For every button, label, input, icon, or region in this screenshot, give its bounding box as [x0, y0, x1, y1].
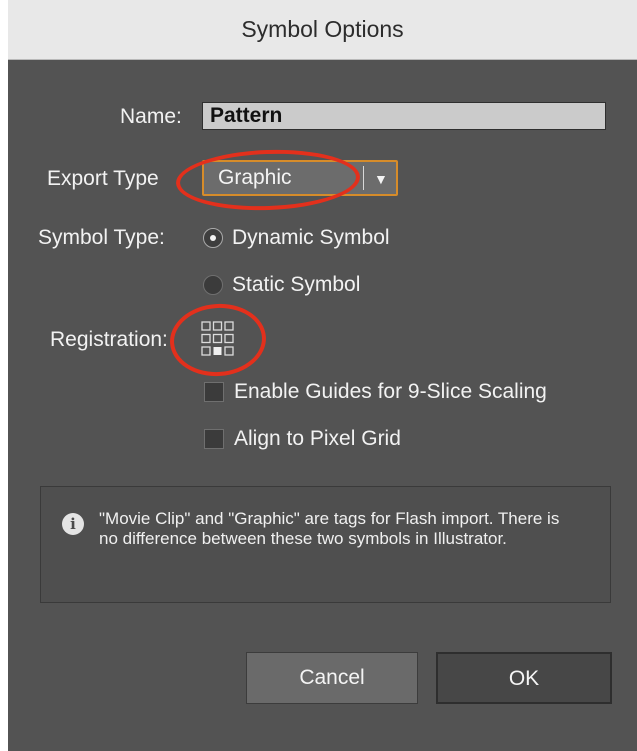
dialog-title: Symbol Options — [8, 0, 637, 60]
select-divider — [363, 166, 364, 190]
checkbox-pixel-grid-label[interactable]: Align to Pixel Grid — [234, 425, 401, 453]
radio-static-symbol[interactable] — [203, 275, 223, 295]
ok-button[interactable]: OK — [436, 652, 612, 704]
radio-dynamic-symbol-label[interactable]: Dynamic Symbol — [232, 224, 390, 252]
checkbox-pixel-grid[interactable] — [204, 429, 224, 449]
checkbox-9-slice-label[interactable]: Enable Guides for 9-Slice Scaling — [234, 378, 547, 406]
info-icon: i — [62, 513, 84, 535]
export-type-value: Graphic — [218, 166, 292, 189]
info-panel: i "Movie Clip" and "Graphic" are tags fo… — [40, 486, 611, 603]
export-type-select[interactable]: Graphic ▼ — [202, 160, 398, 196]
registration-label: Registration: — [50, 328, 168, 351]
info-text: "Movie Clip" and "Graphic" are tags for … — [99, 509, 560, 548]
name-input[interactable]: Pattern — [202, 102, 606, 130]
symbol-type-label: Symbol Type: — [38, 226, 165, 249]
cancel-button[interactable]: Cancel — [246, 652, 418, 704]
chevron-down-icon: ▼ — [374, 171, 388, 187]
name-label: Name: — [120, 105, 182, 128]
checkbox-9-slice[interactable] — [204, 382, 224, 402]
export-type-label: Export Type — [47, 167, 159, 190]
radio-static-symbol-label[interactable]: Static Symbol — [232, 271, 360, 299]
radio-dynamic-symbol[interactable] — [203, 228, 223, 248]
registration-grid-icon[interactable] — [201, 321, 234, 357]
symbol-options-dialog: Symbol Options Name: Pattern Export Type… — [8, 0, 637, 751]
